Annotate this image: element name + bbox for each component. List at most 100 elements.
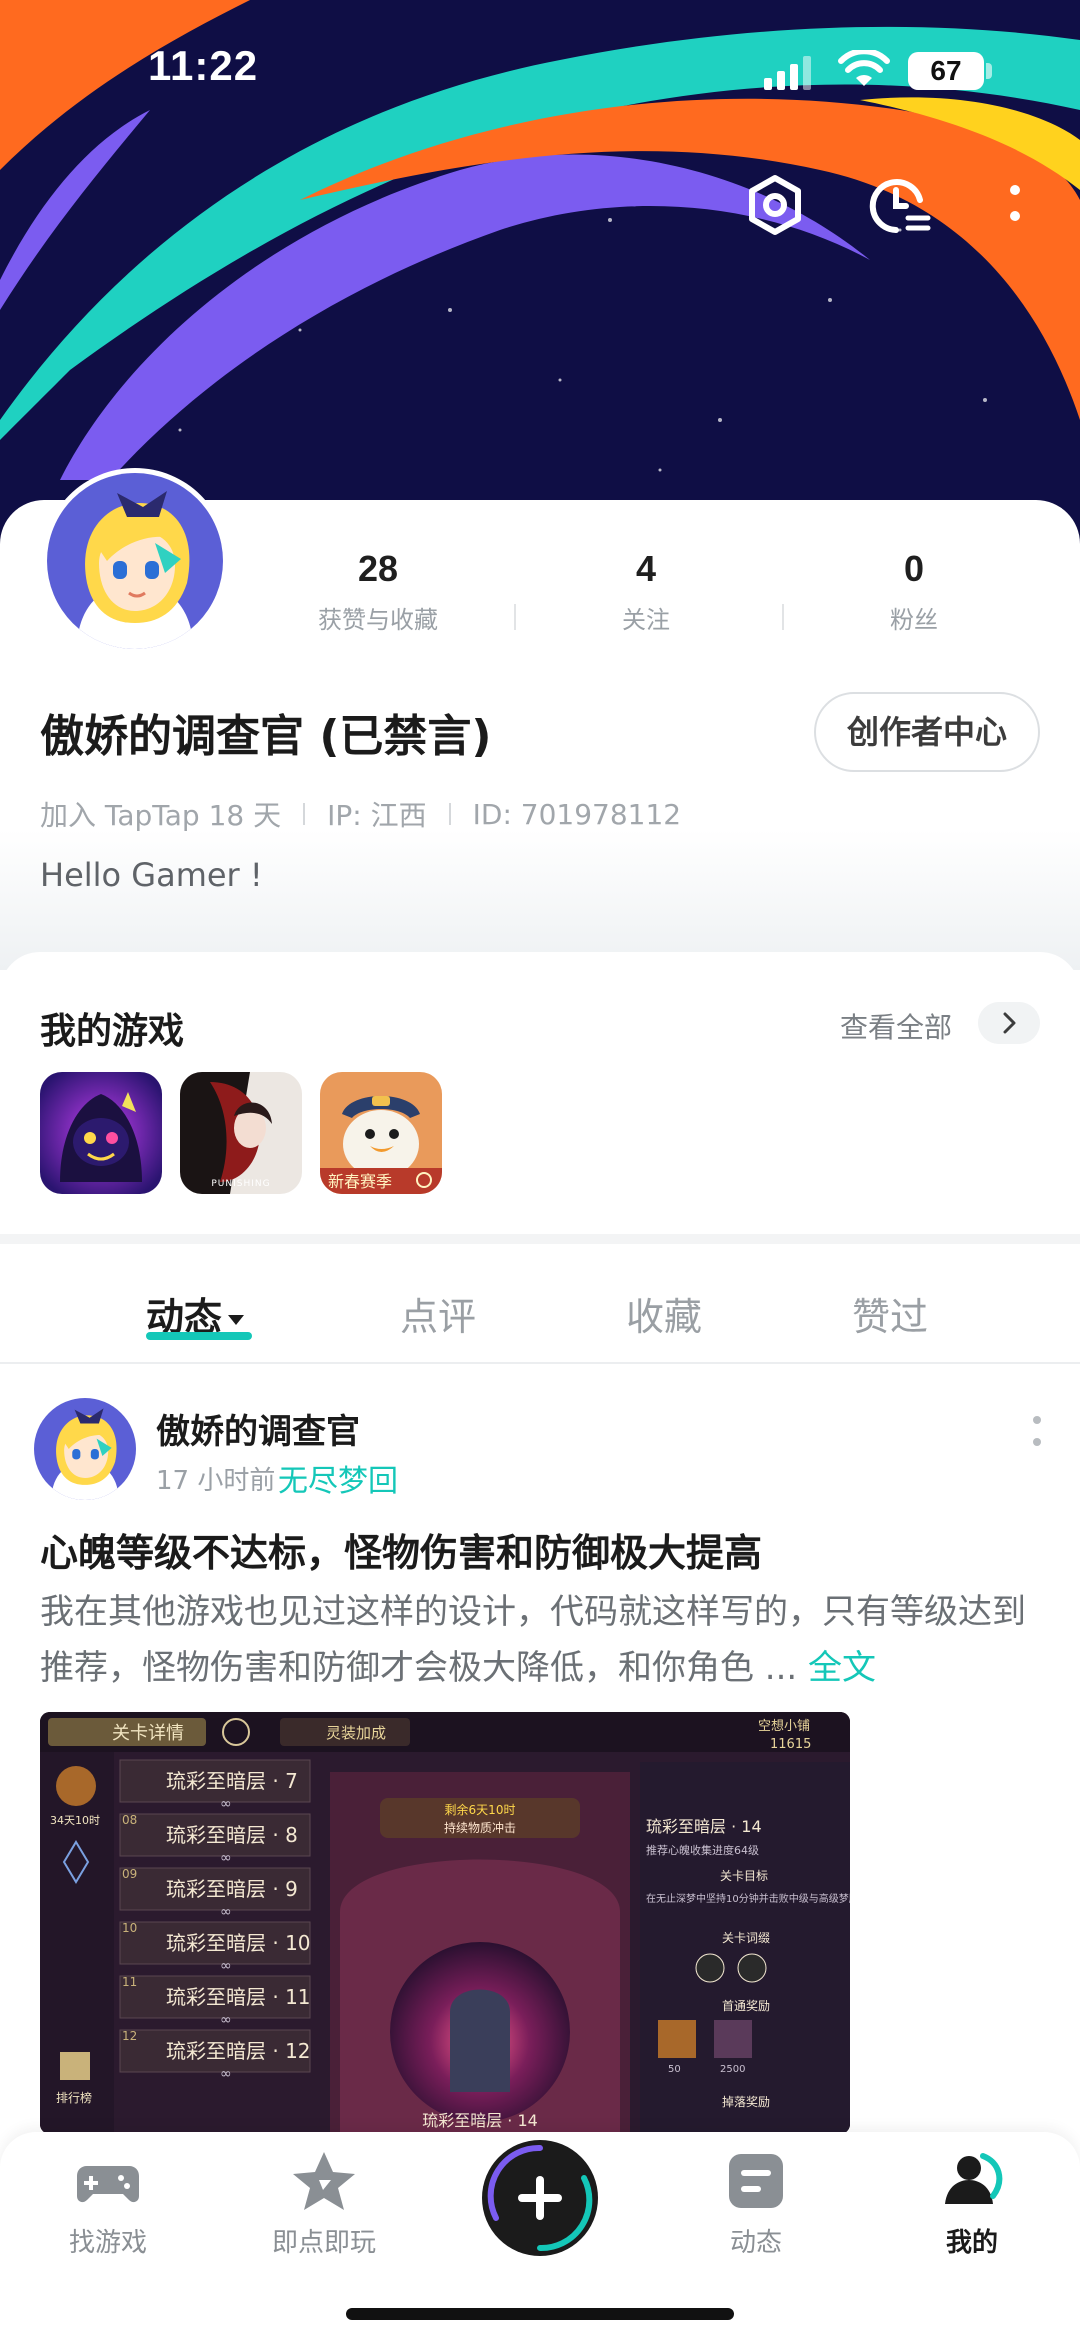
tab-reviews[interactable]: 点评 (400, 1286, 476, 1341)
img-reward-b: 2500 (720, 2064, 745, 2075)
active-tab-indicator (146, 1332, 252, 1340)
post-title[interactable]: 心魄等级不达标，怪物伤害和防御极大提高 (40, 1522, 762, 1577)
tab-liked[interactable]: 赞过 (852, 1286, 928, 1341)
punishing-game-icon[interactable]: PUNISHING (180, 1072, 302, 1194)
status-time: 11:22 (148, 42, 259, 89)
img-level: 琉彩至暗层 · 7 (166, 1769, 298, 1793)
status-bar: 11:22 67 (0, 0, 1080, 140)
img-panel-rec: 推荐心魄收集进度64级 (646, 1843, 759, 1857)
cellular-signal-icon (764, 56, 811, 90)
stat-followers[interactable]: 0 粉丝 (824, 548, 1004, 635)
stat-divider (782, 604, 784, 630)
punishing-game-label: PUNISHING (211, 1179, 270, 1189)
stat-following[interactable]: 4 关注 (556, 548, 736, 635)
img-panel-reward: 首通奖励 (722, 1999, 770, 2013)
stat-likes[interactable]: 28 获赞与收藏 (288, 548, 468, 635)
battery-tip (986, 63, 992, 79)
nav-profile[interactable]: 我的 (892, 2146, 1052, 2259)
creator-center-button[interactable]: 创作者中心 (814, 692, 1040, 772)
stat-divider (514, 604, 516, 630)
img-infinity: ∞ (220, 1796, 232, 1812)
avatar-character-icon (47, 473, 223, 649)
nav-feed-label: 动态 (729, 2228, 782, 2258)
img-level: 琉彩至暗层 · 10 (166, 1931, 311, 1955)
add-icon[interactable] (480, 2138, 600, 2258)
duck-game-icon[interactable]: 新春赛季 (320, 1072, 442, 1194)
img-panel-goal: 在无止深梦中坚持10分钟并击败中级与高级梦魇。 (646, 1892, 850, 1905)
nav-find-games-label: 找游戏 (68, 2228, 147, 2258)
ip-location: IP: 江西 (327, 799, 427, 832)
img-header-mid: 灵装加成 (326, 1724, 386, 1742)
settings-hex-icon[interactable] (740, 170, 810, 240)
img-boss-stage: 琉彩至暗层 · 14 (422, 2111, 538, 2130)
post-more-icon[interactable] (1030, 1412, 1044, 1452)
stat-likes-label: 获赞与收藏 (318, 606, 438, 634)
view-all-link[interactable]: 查看全部 (840, 1006, 952, 1046)
gamepad-icon (77, 2166, 139, 2203)
game-screenshot: 关卡详情 灵装加成 空想小铺 11615 34天10时 排行榜 琉彩至暗层 · … (40, 1712, 850, 2134)
img-level-num: 09 (122, 1867, 137, 1881)
img-level: 琉彩至暗层 · 9 (166, 1877, 298, 1901)
section-gap (0, 1234, 1080, 1244)
img-panel-title: 琉彩至暗层 · 14 (646, 1817, 762, 1836)
img-infinity: ∞ (220, 1904, 232, 1920)
img-rank: 排行榜 (56, 2090, 92, 2105)
img-panel-words: 关卡词缀 (722, 1931, 770, 1945)
wifi-icon (838, 50, 890, 86)
duck-game-label: 新春赛季 (328, 1172, 392, 1191)
img-level: 琉彩至暗层 · 11 (166, 1985, 311, 2009)
post-image[interactable]: 关卡详情 灵装加成 空想小铺 11615 34天10时 排行榜 琉彩至暗层 · … (40, 1712, 850, 2134)
post-author-name[interactable]: 傲娇的调查官 (156, 1404, 360, 1453)
post-author-avatar[interactable] (34, 1398, 136, 1500)
img-banner-1: 剩余6天10时 (445, 1802, 516, 1817)
nav-instant-play-label: 即点即玩 (271, 2228, 376, 2258)
nav-find-games[interactable]: 找游戏 (28, 2146, 188, 2259)
img-panel-drop: 掉落奖励 (722, 2095, 770, 2109)
battery-indicator: 67 (908, 52, 984, 90)
home-indicator (346, 2308, 734, 2320)
nav-instant-play[interactable]: 即点即玩 (244, 2146, 404, 2259)
img-shop: 空想小铺 (758, 1718, 810, 1734)
stat-following-label: 关注 (622, 606, 670, 634)
post-body[interactable]: 我在其他游戏也见过这样的设计，代码就这样写的，只有等级达到推荐，怪物伤害和防御才… (40, 1584, 1040, 1696)
post-timestamp: 17 小时前 (156, 1466, 276, 1496)
img-level: 琉彩至暗层 · 12 (166, 2039, 311, 2063)
img-level-num: 08 (122, 1813, 137, 1827)
stat-followers-value: 0 (903, 548, 925, 589)
star-icon (293, 2152, 355, 2210)
history-clock-icon[interactable] (862, 170, 932, 240)
nav-profile-label: 我的 (945, 2228, 998, 2258)
join-days: 加入 TapTap 18 天 (40, 799, 282, 832)
user-id: ID: 701978112 (472, 797, 682, 831)
img-infinity: ∞ (220, 1850, 232, 1866)
profile-meta: 加入 TapTap 18 天 IP: 江西 ID: 701978112 (40, 794, 681, 834)
img-level-num: 10 (122, 1921, 137, 1935)
stat-following-value: 4 (635, 548, 657, 589)
stat-followers-label: 粉丝 (890, 606, 938, 634)
img-level: 琉彩至暗层 · 8 (166, 1823, 298, 1847)
img-currency: 11615 (770, 1737, 811, 1752)
img-banner-2: 持续物质冲击 (444, 1820, 516, 1835)
chevron-right-icon[interactable] (978, 1002, 1040, 1044)
img-level-num: 12 (122, 2029, 137, 2043)
my-games-section (0, 952, 1080, 1234)
bio: Hello Gamer ! (40, 856, 263, 894)
nav-feed[interactable]: 动态 (676, 2146, 836, 2259)
post-game-tag[interactable]: 无尽梦回 (278, 1456, 398, 1500)
img-infinity: ∞ (220, 2066, 232, 2082)
stat-likes-value: 28 (357, 548, 399, 589)
tab-favorites[interactable]: 收藏 (626, 1286, 702, 1341)
img-infinity: ∞ (220, 2012, 232, 2028)
img-timer: 34天10时 (50, 1814, 100, 1827)
wizard-game-icon[interactable] (40, 1072, 162, 1194)
post-read-more[interactable]: 全文 (808, 1648, 876, 1688)
avatar-character-icon (34, 1398, 136, 1500)
avatar[interactable] (42, 468, 228, 654)
img-infinity: ∞ (220, 1958, 232, 1974)
username: 傲娇的调查官 (已禁言) (40, 711, 492, 762)
meta-divider (448, 803, 451, 825)
more-vertical-icon[interactable] (1000, 170, 1030, 240)
img-level-num: 11 (122, 1975, 137, 1989)
post-body-text: 我在其他游戏也见过这样的设计，代码就这样写的，只有等级达到推荐，怪物伤害和防御才… (40, 1592, 1026, 1688)
avatar-image (47, 473, 223, 649)
